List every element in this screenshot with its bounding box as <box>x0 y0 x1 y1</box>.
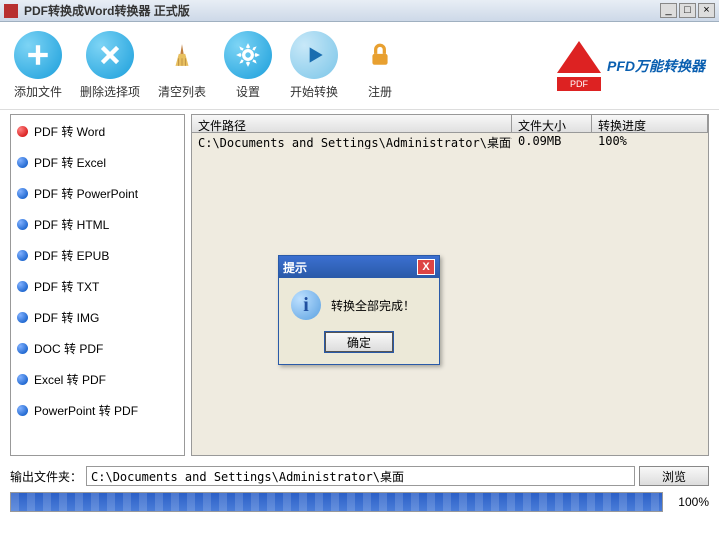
dot-icon <box>17 250 28 261</box>
sidebar-item-2[interactable]: PDF 转 PowerPoint <box>15 183 180 204</box>
header-progress[interactable]: 转换进度 <box>592 115 708 132</box>
sidebar-item-1[interactable]: PDF 转 Excel <box>15 152 180 173</box>
add-file-label: 添加文件 <box>14 83 62 100</box>
sidebar-item-label: PowerPoint 转 PDF <box>34 402 138 419</box>
sidebar-item-label: PDF 转 PowerPoint <box>34 185 138 202</box>
file-list-panel: 文件路径 文件大小 转换进度 C:\Documents and Settings… <box>191 114 709 456</box>
sidebar-item-label: Excel 转 PDF <box>34 371 106 388</box>
dialog-buttons: 确定 <box>279 332 439 364</box>
output-row: 输出文件夹： 浏览 <box>10 466 709 486</box>
dot-icon <box>17 281 28 292</box>
clear-label: 清空列表 <box>158 83 206 100</box>
dialog-close-button[interactable]: X <box>417 259 435 275</box>
dot-icon <box>17 188 28 199</box>
register-button[interactable]: 注册 <box>356 31 404 100</box>
start-label: 开始转换 <box>290 83 338 100</box>
gear-icon <box>224 31 272 79</box>
sidebar-item-8[interactable]: Excel 转 PDF <box>15 369 180 390</box>
sidebar-item-label: PDF 转 Word <box>34 123 105 140</box>
message-dialog: 提示 X i 转换全部完成！ 确定 <box>278 255 440 365</box>
dot-icon <box>17 126 28 137</box>
sidebar-item-4[interactable]: PDF 转 EPUB <box>15 245 180 266</box>
app-icon <box>4 4 18 18</box>
sidebar-item-label: DOC 转 PDF <box>34 340 103 357</box>
pdf-badge-icon: PDF <box>557 41 601 91</box>
dot-icon <box>17 374 28 385</box>
sidebar-item-label: PDF 转 EPUB <box>34 247 109 264</box>
sidebar-item-9[interactable]: PowerPoint 转 PDF <box>15 400 180 421</box>
dot-icon <box>17 219 28 230</box>
dialog-titlebar[interactable]: 提示 X <box>279 256 439 278</box>
lock-icon <box>356 31 404 79</box>
sidebar-item-6[interactable]: PDF 转 IMG <box>15 307 180 328</box>
sidebar-item-0[interactable]: PDF 转 Word <box>15 121 180 142</box>
register-label: 注册 <box>368 83 392 100</box>
clear-button[interactable]: 清空列表 <box>158 31 206 100</box>
start-button[interactable]: 开始转换 <box>290 31 338 100</box>
progress-bar <box>10 492 663 512</box>
window-title: PDF转换成Word转换器 正式版 <box>24 2 658 19</box>
sidebar: PDF 转 Word PDF 转 Excel PDF 转 PowerPoint PDF… <box>10 114 185 456</box>
brand-text: PFD万能转换器 <box>607 56 705 76</box>
play-icon <box>290 31 338 79</box>
minimize-button[interactable]: _ <box>660 3 677 18</box>
sidebar-item-3[interactable]: PDF 转 HTML <box>15 214 180 235</box>
header-path[interactable]: 文件路径 <box>192 115 512 132</box>
toolbar: 添加文件 删除选择项 清空列表 设置 开始转换 注册 PDF PFD万能转换器 <box>0 22 719 110</box>
sidebar-item-label: PDF 转 Excel <box>34 154 106 171</box>
cell-path: C:\Documents and Settings\Administrator\… <box>192 133 512 149</box>
header-size[interactable]: 文件大小 <box>512 115 592 132</box>
dialog-body: i 转换全部完成！ <box>279 278 439 332</box>
sidebar-item-label: PDF 转 IMG <box>34 309 99 326</box>
progress-row: 100% <box>10 492 709 512</box>
dot-icon <box>17 157 28 168</box>
maximize-button[interactable]: □ <box>679 3 696 18</box>
dot-icon <box>17 405 28 416</box>
delete-label: 删除选择项 <box>80 83 140 100</box>
cell-progress: 100% <box>592 133 708 149</box>
add-file-button[interactable]: 添加文件 <box>14 31 62 100</box>
broom-icon <box>158 31 206 79</box>
dot-icon <box>17 343 28 354</box>
settings-button[interactable]: 设置 <box>224 31 272 100</box>
info-icon: i <box>291 290 321 320</box>
dialog-message: 转换全部完成！ <box>331 297 415 314</box>
close-button[interactable]: × <box>698 3 715 18</box>
table-row[interactable]: C:\Documents and Settings\Administrator\… <box>192 133 708 149</box>
sidebar-item-5[interactable]: PDF 转 TXT <box>15 276 180 297</box>
settings-label: 设置 <box>236 83 260 100</box>
x-icon <box>86 31 134 79</box>
cell-size: 0.09MB <box>512 133 592 149</box>
browse-button[interactable]: 浏览 <box>639 466 709 486</box>
dot-icon <box>17 312 28 323</box>
progress-text: 100% <box>669 495 709 509</box>
sidebar-item-label: PDF 转 TXT <box>34 278 99 295</box>
brand-logo: PDF PFD万能转换器 <box>557 41 705 91</box>
bottom-panel: 输出文件夹： 浏览 100% <box>0 460 719 518</box>
titlebar: PDF转换成Word转换器 正式版 _ □ × <box>0 0 719 22</box>
delete-button[interactable]: 删除选择项 <box>80 31 140 100</box>
dialog-ok-button[interactable]: 确定 <box>325 332 393 352</box>
sidebar-item-label: PDF 转 HTML <box>34 216 109 233</box>
sidebar-item-7[interactable]: DOC 转 PDF <box>15 338 180 359</box>
list-header: 文件路径 文件大小 转换进度 <box>192 115 708 133</box>
dialog-title: 提示 <box>283 259 307 276</box>
output-label: 输出文件夹： <box>10 468 82 485</box>
output-path-input[interactable] <box>86 466 635 486</box>
plus-icon <box>14 31 62 79</box>
